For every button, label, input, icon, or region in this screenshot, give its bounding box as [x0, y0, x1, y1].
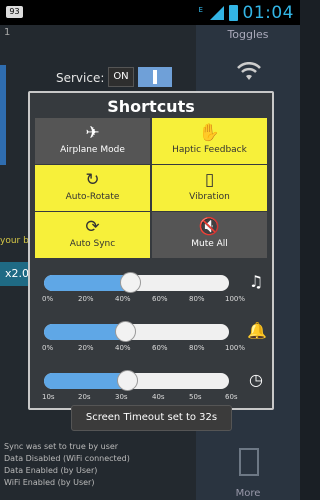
tick-label: 20%: [78, 295, 94, 303]
log-line: Data Enabled (by User): [4, 466, 98, 475]
battery-icon: [228, 5, 238, 21]
grid-icon[interactable]: [239, 448, 259, 476]
clock: 01:04: [242, 3, 294, 23]
signal-type-label: E: [198, 6, 203, 14]
mute-all-tile[interactable]: 🔇 Mute All: [152, 212, 267, 258]
airplane-mode-tile[interactable]: ✈ Airplane Mode: [35, 118, 150, 164]
status-icons: E 01:04: [199, 3, 295, 23]
status-bar: 93 E 01:04: [0, 0, 300, 25]
ringer-volume-slider[interactable]: [44, 324, 229, 340]
slider-ticks: 10s 20s 30s 40s 50s 60s: [42, 393, 244, 405]
wifi-icon[interactable]: [236, 61, 262, 87]
auto-sync-tile[interactable]: ⟳ Auto Sync: [35, 212, 150, 258]
bell-icon: 🔔: [247, 321, 267, 340]
slider-ticks: 0% 20% 40% 60% 80% 100%: [42, 295, 246, 307]
signal-icon: E: [199, 6, 224, 20]
event-log: Sync was set to true by user Data Disabl…: [4, 441, 130, 489]
toggles-title: Toggles: [227, 28, 269, 41]
shortcuts-dialog: Shortcuts ✈ Airplane Mode ✋ Haptic Feedb…: [28, 91, 274, 410]
airplane-icon: ✈: [85, 123, 100, 143]
background-yellow-text: your b: [0, 236, 29, 246]
tile-label: Haptic Feedback: [172, 145, 247, 155]
tile-label: Airplane Mode: [60, 145, 125, 155]
tick-label: 80%: [189, 295, 205, 303]
tick-label: 10s: [42, 393, 55, 401]
tile-label: Auto-Rotate: [65, 192, 120, 202]
toast-message: Screen Timeout set to 32s: [71, 405, 232, 431]
music-note-icon: ♫: [248, 272, 264, 291]
timer-icon: ◷: [249, 370, 263, 389]
dialog-title: Shortcuts: [107, 97, 195, 116]
tick-label: 40s: [152, 393, 165, 401]
tile-label: Vibration: [189, 192, 230, 202]
slider-knob[interactable]: [116, 370, 138, 391]
tick-label: 80%: [189, 344, 205, 352]
more-label[interactable]: More: [196, 488, 300, 499]
tick-label: 40%: [115, 295, 131, 303]
tick-label: 60s: [225, 393, 238, 401]
log-line: WiFi Enabled (by User): [4, 478, 95, 487]
slider-fill: [44, 275, 131, 291]
tick-label: 0%: [42, 295, 54, 303]
slider-knob[interactable]: [114, 321, 136, 342]
tick-label: 20%: [78, 344, 94, 352]
log-line: Data Disabled (WiFi connected): [4, 454, 130, 463]
background-accent-bar: [0, 65, 6, 165]
slider-fill: [44, 324, 126, 340]
background-row-number: 1: [4, 27, 11, 38]
tick-label: 0%: [42, 344, 54, 352]
tick-label: 100%: [225, 344, 246, 352]
multiplier-badge: x2.0: [0, 262, 30, 286]
tick-label: 30s: [115, 393, 128, 401]
sync-icon: ⟳: [85, 217, 100, 237]
hand-icon: ✋: [198, 123, 221, 143]
service-label: Service:: [56, 71, 105, 85]
tick-label: 60%: [152, 344, 168, 352]
service-state[interactable]: ON: [108, 67, 134, 87]
tick-label: 20s: [78, 393, 91, 401]
vibration-icon: ▯: [204, 170, 215, 190]
slider-ticks: 0% 20% 40% 60% 80% 100%: [42, 344, 246, 356]
auto-rotate-tile[interactable]: ↻ Auto-Rotate: [35, 165, 150, 211]
tile-label: Auto Sync: [69, 239, 116, 249]
rotate-icon: ↻: [85, 170, 100, 190]
slider-fill: [44, 373, 128, 389]
notification-badge: 93: [6, 6, 23, 18]
tick-label: 100%: [225, 295, 246, 303]
tick-label: 50s: [189, 393, 202, 401]
tick-label: 40%: [115, 344, 131, 352]
tile-label: Mute All: [191, 239, 228, 249]
tick-label: 60%: [152, 295, 168, 303]
log-line: Sync was set to true by user: [4, 442, 119, 451]
vibration-tile[interactable]: ▯ Vibration: [152, 165, 267, 211]
mute-icon: 🔇: [198, 217, 221, 237]
service-toggle[interactable]: [138, 67, 172, 87]
haptic-feedback-tile[interactable]: ✋ Haptic Feedback: [152, 118, 267, 164]
